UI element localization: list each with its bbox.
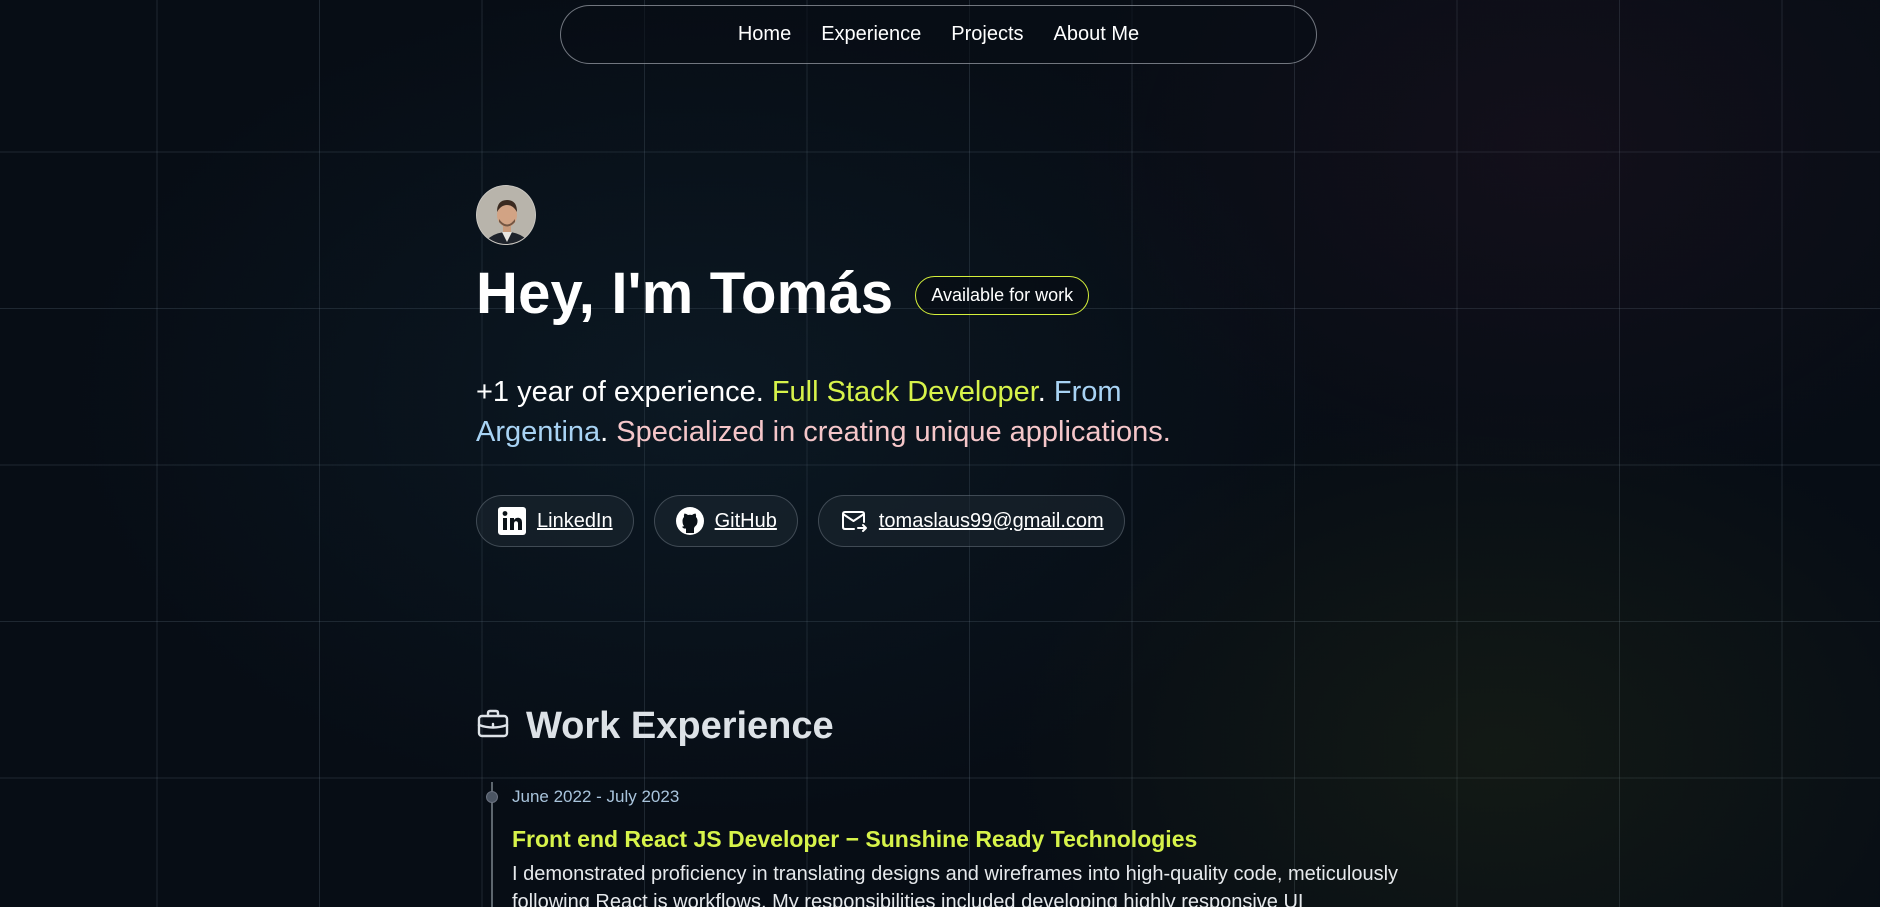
work-experience-heading-row: Work Experience bbox=[476, 705, 834, 748]
hero-intro: +1 year of experience. Full Stack Develo… bbox=[476, 372, 1236, 452]
nav-projects-link[interactable]: Projects bbox=[951, 23, 1023, 46]
hero-title: Hey, I'm Tomás bbox=[476, 260, 894, 326]
profile-photo bbox=[477, 186, 535, 244]
linkedin-icon bbox=[497, 506, 527, 536]
intro-separator: . bbox=[600, 416, 617, 448]
briefcase-icon bbox=[476, 707, 510, 746]
mail-icon bbox=[839, 506, 869, 536]
intro-experience: +1 year of experience. bbox=[476, 376, 772, 408]
availability-badge: Available for work bbox=[915, 275, 1090, 315]
social-links: LinkedIn GitHub tomaslaus99@gmail.com bbox=[476, 495, 1125, 547]
github-label: GitHub bbox=[714, 509, 777, 532]
job-date: June 2022 - July 2023 bbox=[512, 787, 680, 806]
email-label: tomaslaus99@gmail.com bbox=[878, 509, 1104, 532]
linkedin-label: LinkedIn bbox=[537, 509, 613, 532]
top-navigation: Home Experience Projects About Me bbox=[560, 5, 1317, 64]
job-title: Front end React JS Developer − Sunshine … bbox=[512, 826, 1198, 852]
intro-separator: . bbox=[1037, 376, 1054, 408]
nav-about-link[interactable]: About Me bbox=[1054, 23, 1140, 46]
avatar bbox=[476, 185, 536, 245]
timeline-dot bbox=[486, 791, 498, 803]
work-experience-title: Work Experience bbox=[526, 705, 834, 747]
email-button[interactable]: tomaslaus99@gmail.com bbox=[817, 495, 1125, 547]
github-button[interactable]: GitHub bbox=[653, 495, 798, 547]
nav-home-link[interactable]: Home bbox=[738, 23, 791, 46]
intro-role: Full Stack Developer bbox=[771, 376, 1038, 408]
job-description: I demonstrated proficiency in translatin… bbox=[512, 863, 1399, 907]
github-icon bbox=[675, 506, 705, 536]
intro-specialty: Specialized in creating unique applicati… bbox=[616, 416, 1171, 448]
nav-experience-link[interactable]: Experience bbox=[821, 23, 921, 46]
hero-heading-row: Hey, I'm Tomás Available for work bbox=[476, 258, 1090, 328]
linkedin-button[interactable]: LinkedIn bbox=[476, 495, 634, 547]
